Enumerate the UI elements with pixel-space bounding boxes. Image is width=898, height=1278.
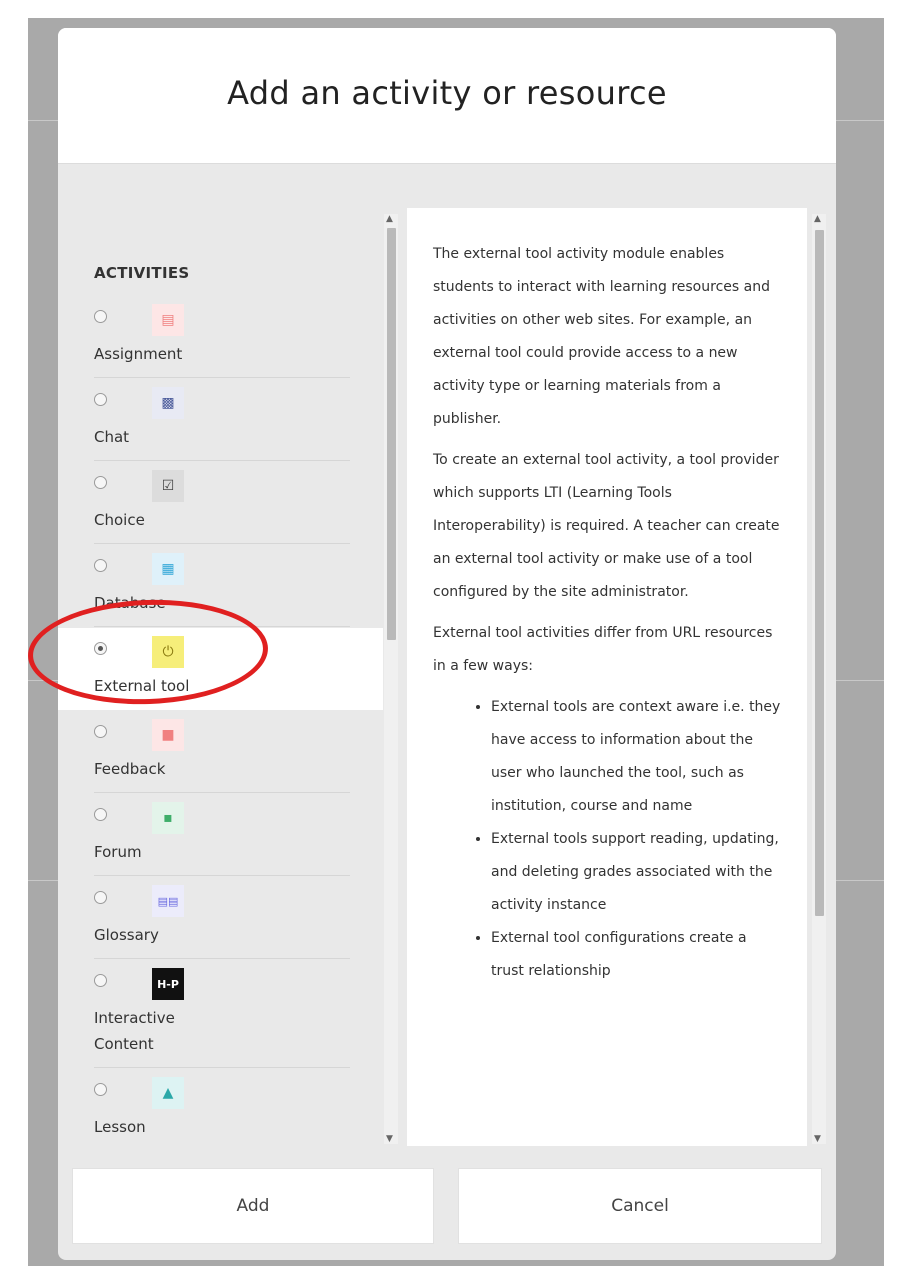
modal-title: Add an activity or resource: [227, 74, 667, 112]
cancel-button[interactable]: Cancel: [458, 1168, 822, 1244]
scroll-up-arrow-icon[interactable]: ▲: [386, 214, 393, 224]
description-bullet: External tools are context aware i.e. th…: [491, 691, 783, 823]
divider: [94, 875, 350, 876]
activity-label: Lesson: [94, 1118, 146, 1136]
divider: [94, 792, 350, 793]
divider: [94, 460, 350, 461]
activity-label: Assignment: [94, 345, 183, 363]
radio-button[interactable]: [94, 393, 107, 406]
activity-item-chat[interactable]: ▩ Chat: [58, 379, 350, 461]
description-paragraph: The external tool activity module enable…: [433, 246, 770, 427]
assignment-icon: ▤: [152, 304, 184, 336]
description-paragraph: External tool activities differ from URL…: [433, 625, 773, 674]
description-scrollbar[interactable]: ▲ ▼: [812, 214, 826, 1144]
activity-label: Chat: [94, 428, 130, 446]
activity-list-scrollbar[interactable]: ▲ ▼: [384, 214, 398, 1144]
divider: [94, 958, 350, 959]
database-icon: ▦: [152, 553, 184, 585]
scrollbar-thumb[interactable]: [387, 228, 396, 640]
lesson-icon: ▲: [152, 1077, 184, 1109]
add-button[interactable]: Add: [72, 1168, 434, 1244]
activity-item-glossary[interactable]: ▤▤ Glossary: [58, 877, 350, 959]
description-text: The external tool activity module enable…: [433, 238, 783, 988]
section-heading: ACTIVITIES: [94, 264, 190, 282]
radio-button[interactable]: [94, 974, 107, 987]
scroll-down-arrow-icon[interactable]: ▼: [814, 1134, 821, 1144]
activity-item-interactive-content[interactable]: H-P Interactive Content: [58, 960, 350, 1068]
glossary-icon: ▤▤: [152, 885, 184, 917]
activity-label: Glossary: [94, 926, 159, 944]
description-bullet-list: External tools are context aware i.e. th…: [433, 691, 783, 988]
activity-label: Interactive Content: [94, 1009, 175, 1053]
activity-item-lesson[interactable]: ▲ Lesson: [58, 1069, 350, 1146]
radio-button[interactable]: [94, 476, 107, 489]
radio-button[interactable]: [94, 1083, 107, 1096]
description-bullet: External tool configurations create a tr…: [491, 922, 783, 988]
scroll-down-arrow-icon[interactable]: ▼: [386, 1134, 393, 1144]
description-paragraph: To create an external tool activity, a t…: [433, 452, 780, 600]
divider: [94, 377, 350, 378]
radio-button[interactable]: [94, 559, 107, 572]
divider: [94, 1067, 350, 1068]
divider: [94, 543, 350, 544]
h5p-icon: H-P: [152, 968, 184, 1000]
description-bullet: External tools support reading, updating…: [491, 823, 783, 922]
radio-button[interactable]: [94, 310, 107, 323]
radio-button[interactable]: [94, 891, 107, 904]
chat-icon: ▩: [152, 387, 184, 419]
scroll-up-arrow-icon[interactable]: ▲: [814, 214, 821, 224]
scrollbar-thumb[interactable]: [815, 230, 824, 916]
feedback-icon: ■: [152, 719, 184, 751]
activity-label: Choice: [94, 511, 145, 529]
activity-label: Feedback: [94, 760, 166, 778]
modal-header: Add an activity or resource: [58, 28, 836, 164]
radio-button[interactable]: [94, 808, 107, 821]
forum-icon: ▪: [152, 802, 184, 834]
modal-footer: Add Cancel: [58, 1156, 836, 1260]
choice-icon: ☑: [152, 470, 184, 502]
activity-item-assignment[interactable]: ▤ Assignment: [58, 296, 350, 378]
activity-item-forum[interactable]: ▪ Forum: [58, 794, 350, 876]
activity-label: Forum: [94, 843, 142, 861]
activity-item-choice[interactable]: ☑ Choice: [58, 462, 350, 544]
radio-button[interactable]: [94, 725, 107, 738]
activity-item-feedback[interactable]: ■ Feedback: [58, 711, 350, 793]
description-pane: The external tool activity module enable…: [407, 208, 807, 1146]
